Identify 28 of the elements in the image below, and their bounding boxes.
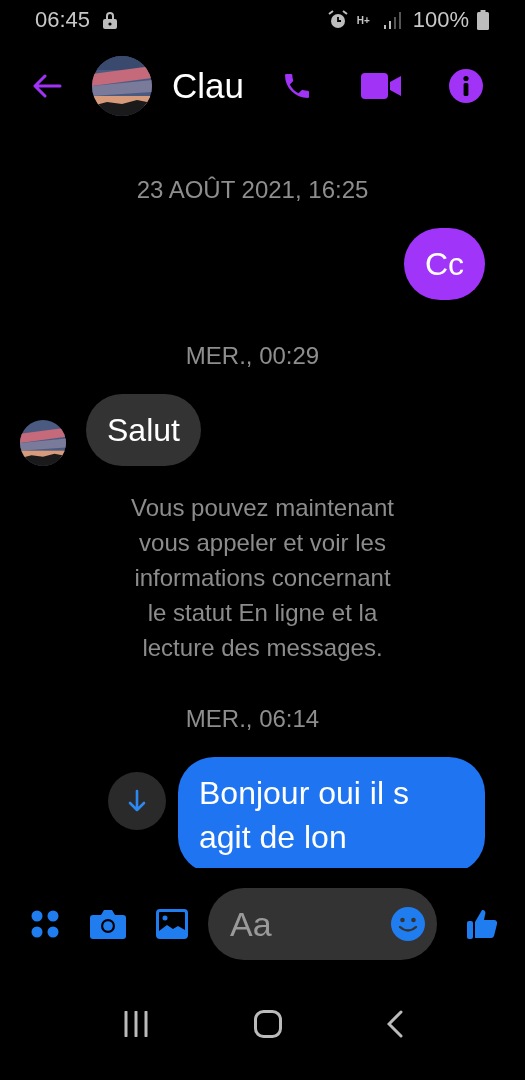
contact-name: Clau: [172, 66, 244, 106]
network-type: H+: [356, 15, 371, 25]
home-icon[interactable]: [253, 1010, 282, 1038]
message-input[interactable]: Aa: [228, 903, 391, 945]
video-camera-icon[interactable]: [361, 73, 401, 99]
signal-icon: [382, 11, 401, 29]
timestamp: MER., 00:29: [185, 342, 320, 370]
thumbs-up-icon[interactable]: [467, 908, 499, 940]
arrow-down-icon: [127, 789, 147, 813]
image-icon[interactable]: [156, 909, 188, 939]
back-icon[interactable]: [386, 1010, 403, 1038]
timestamp: MER., 06:14: [185, 705, 320, 733]
received-message[interactable]: Salut: [86, 394, 201, 466]
menu-dots-icon[interactable]: [30, 909, 60, 939]
timestamp: 23 AOÛT 2021, 16:25: [136, 176, 369, 204]
lock-icon: [102, 11, 119, 29]
emoji-icon[interactable]: [391, 907, 425, 941]
sent-message[interactable]: Bonjour oui il s agit de lon: [178, 757, 485, 868]
status-time: 06:45: [35, 7, 91, 33]
battery-icon: [477, 10, 489, 30]
battery-percent: 100%: [412, 7, 469, 33]
system-notice: Vous pouvez maintenant vous appeler et voir les informations concernant le statut En ligne et la lecture des messages.: [130, 493, 395, 663]
recent-apps-icon[interactable]: [122, 1011, 149, 1037]
alarm-icon: [326, 9, 349, 31]
info-icon[interactable]: [449, 69, 483, 103]
camera-icon[interactable]: [90, 909, 126, 939]
sent-message[interactable]: Cc: [403, 228, 485, 300]
message-field[interactable]: Aa: [208, 888, 437, 960]
